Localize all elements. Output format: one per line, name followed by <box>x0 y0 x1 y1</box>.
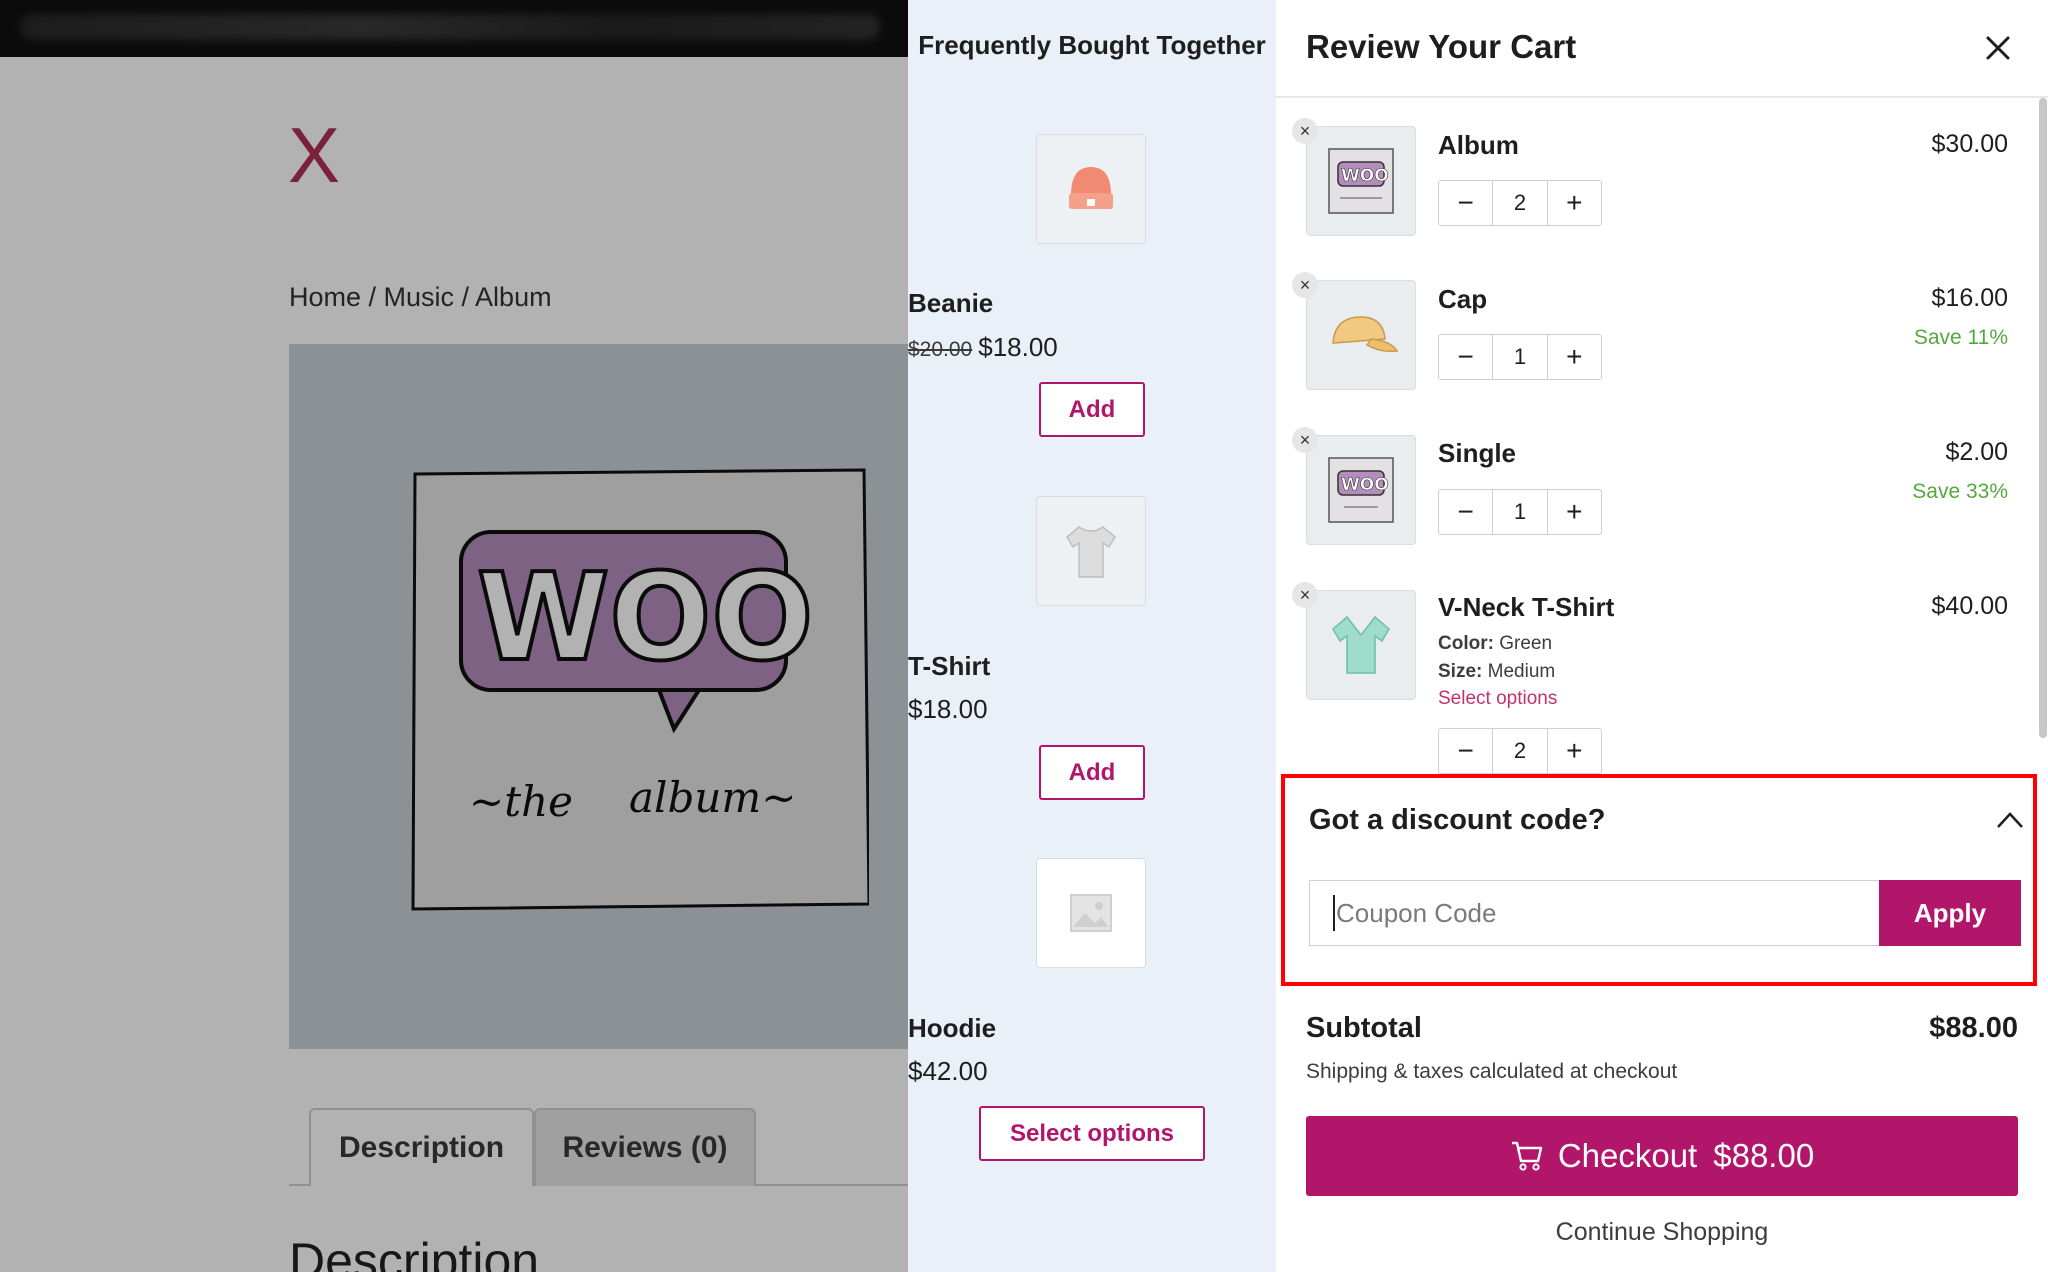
increase-quantity-button[interactable]: + <box>1548 490 1601 534</box>
decrease-quantity-button[interactable]: − <box>1439 490 1492 534</box>
remove-item-button[interactable]: × <box>1292 118 1318 144</box>
beanie-thumbnail[interactable] <box>1036 134 1146 244</box>
cart-item-savings: Save 11% <box>1913 326 2008 349</box>
cap-icon <box>1332 316 1399 353</box>
variation-size-label: Size: <box>1438 661 1483 682</box>
cart-item-name[interactable]: Album <box>1438 130 1519 161</box>
woo-album-icon: WOO <box>1328 148 1394 214</box>
increase-quantity-button[interactable]: + <box>1548 181 1601 225</box>
beanie-icon <box>1069 167 1113 209</box>
quantity-value[interactable]: 1 <box>1492 490 1548 534</box>
quantity-stepper: − 1 + <box>1438 489 1602 535</box>
cart-scrollbar[interactable] <box>2039 98 2047 738</box>
variation-size-value: Medium <box>1487 661 1556 682</box>
quantity-stepper: − 2 + <box>1438 728 1602 774</box>
cart-drawer: Review Your Cart × WOO Album $30.00 − 2 … <box>1276 0 2048 1272</box>
variation-size: Size: Medium <box>1438 658 1555 686</box>
checkout-amount: $88.00 <box>1713 1137 1815 1174</box>
cart-item-name[interactable]: V-Neck T-Shirt <box>1438 592 1614 623</box>
discount-title[interactable]: Got a discount code? <box>1309 804 1605 837</box>
cart-title: Review Your Cart <box>1306 28 1577 65</box>
fbt-item-price: $20.00 $18.00 <box>908 332 1276 363</box>
modal-overlay[interactable] <box>0 0 908 1272</box>
svg-text:WOO: WOO <box>1341 166 1389 186</box>
continue-shopping-link[interactable]: Continue Shopping <box>1276 1218 2048 1247</box>
fbt-item-name[interactable]: Hoodie <box>908 1013 1276 1044</box>
fbt-item-sale-price: $18.00 <box>978 332 1058 362</box>
variation-color-value: Green <box>1499 633 1553 654</box>
remove-item-button[interactable]: × <box>1292 427 1318 453</box>
variation-color-label: Color: <box>1438 633 1494 654</box>
vneck-icon <box>1332 615 1390 674</box>
hoodie-thumbnail[interactable] <box>1036 858 1146 968</box>
cart-item-price: $30.00 <box>1931 130 2008 158</box>
checkout-label: Checkout <box>1557 1137 1698 1174</box>
svg-text:WOO: WOO <box>1341 475 1389 495</box>
quantity-stepper: − 2 + <box>1438 180 1602 226</box>
remove-item-button[interactable]: × <box>1292 582 1318 608</box>
cart-item-price: $16.00 <box>1931 284 2008 312</box>
apply-coupon-button[interactable]: Apply <box>1879 880 2021 946</box>
cart-item-savings: Save 33% <box>1912 480 2008 503</box>
subtotal-label: Subtotal <box>1306 1012 1422 1044</box>
quantity-value[interactable]: 2 <box>1492 729 1548 773</box>
coupon-code-input[interactable] <box>1309 880 1879 946</box>
quantity-value[interactable]: 1 <box>1492 335 1548 379</box>
woo-single-icon: WOO <box>1328 457 1394 523</box>
cart-item-thumbnail[interactable]: WOO <box>1306 126 1416 236</box>
add-tshirt-button[interactable]: Add <box>1039 745 1145 800</box>
cart-item-thumbnail[interactable] <box>1306 280 1416 390</box>
fbt-item-name[interactable]: Beanie <box>908 288 1276 319</box>
tshirt-thumbnail[interactable] <box>1036 496 1146 606</box>
decrease-quantity-button[interactable]: − <box>1439 181 1492 225</box>
fbt-item-price: $18.00 <box>908 694 988 724</box>
divider <box>1276 96 2048 98</box>
remove-item-button[interactable]: × <box>1292 272 1318 298</box>
select-options-hoodie-button[interactable]: Select options <box>979 1106 1205 1161</box>
subtotal-value: $88.00 <box>1929 1012 2018 1044</box>
checkout-button[interactable]: Checkout $88.00 <box>1306 1116 2018 1196</box>
fbt-title: Frequently Bought Together <box>918 30 1266 60</box>
fbt-item-old-price: $20.00 <box>908 338 973 361</box>
cart-item-variation: Color: Green Size: Medium <box>1438 630 1555 686</box>
fbt-item-price: $42.00 <box>908 1056 988 1086</box>
discount-code-section: Got a discount code? Apply <box>1281 774 2037 986</box>
close-icon <box>1986 36 2010 60</box>
select-options-link[interactable]: Select options <box>1438 688 1557 710</box>
add-beanie-button[interactable]: Add <box>1039 382 1145 437</box>
quantity-stepper: − 1 + <box>1438 334 1602 380</box>
tshirt-icon <box>1066 526 1116 578</box>
text-cursor <box>1333 895 1335 931</box>
shopping-cart-icon <box>1510 1140 1544 1172</box>
shipping-note: Shipping & taxes calculated at checkout <box>1306 1060 1678 1083</box>
frequently-bought-together-panel: Frequently Bought Together Beanie $20.00… <box>908 0 1276 1272</box>
cart-item-price: $2.00 <box>1945 438 2008 466</box>
product-page-background: X Home / Music / Album WOO ~the album~ D… <box>0 0 908 1272</box>
cart-item-name[interactable]: Cap <box>1438 284 1487 315</box>
increase-quantity-button[interactable]: + <box>1548 729 1601 773</box>
decrease-quantity-button[interactable]: − <box>1439 335 1492 379</box>
cart-item-price: $40.00 <box>1931 592 2008 620</box>
decrease-quantity-button[interactable]: − <box>1439 729 1492 773</box>
variation-color: Color: Green <box>1438 630 1555 658</box>
collapse-discount-button[interactable] <box>1995 808 2025 832</box>
fbt-item-name[interactable]: T-Shirt <box>908 651 1276 682</box>
cart-item-name[interactable]: Single <box>1438 438 1516 469</box>
increase-quantity-button[interactable]: + <box>1548 335 1601 379</box>
image-placeholder-icon <box>1070 894 1112 932</box>
chevron-up-icon <box>1997 812 2023 828</box>
cart-item-thumbnail[interactable]: WOO <box>1306 435 1416 545</box>
close-cart-button[interactable] <box>1978 28 2018 68</box>
quantity-value[interactable]: 2 <box>1492 181 1548 225</box>
cart-item-thumbnail[interactable] <box>1306 590 1416 700</box>
